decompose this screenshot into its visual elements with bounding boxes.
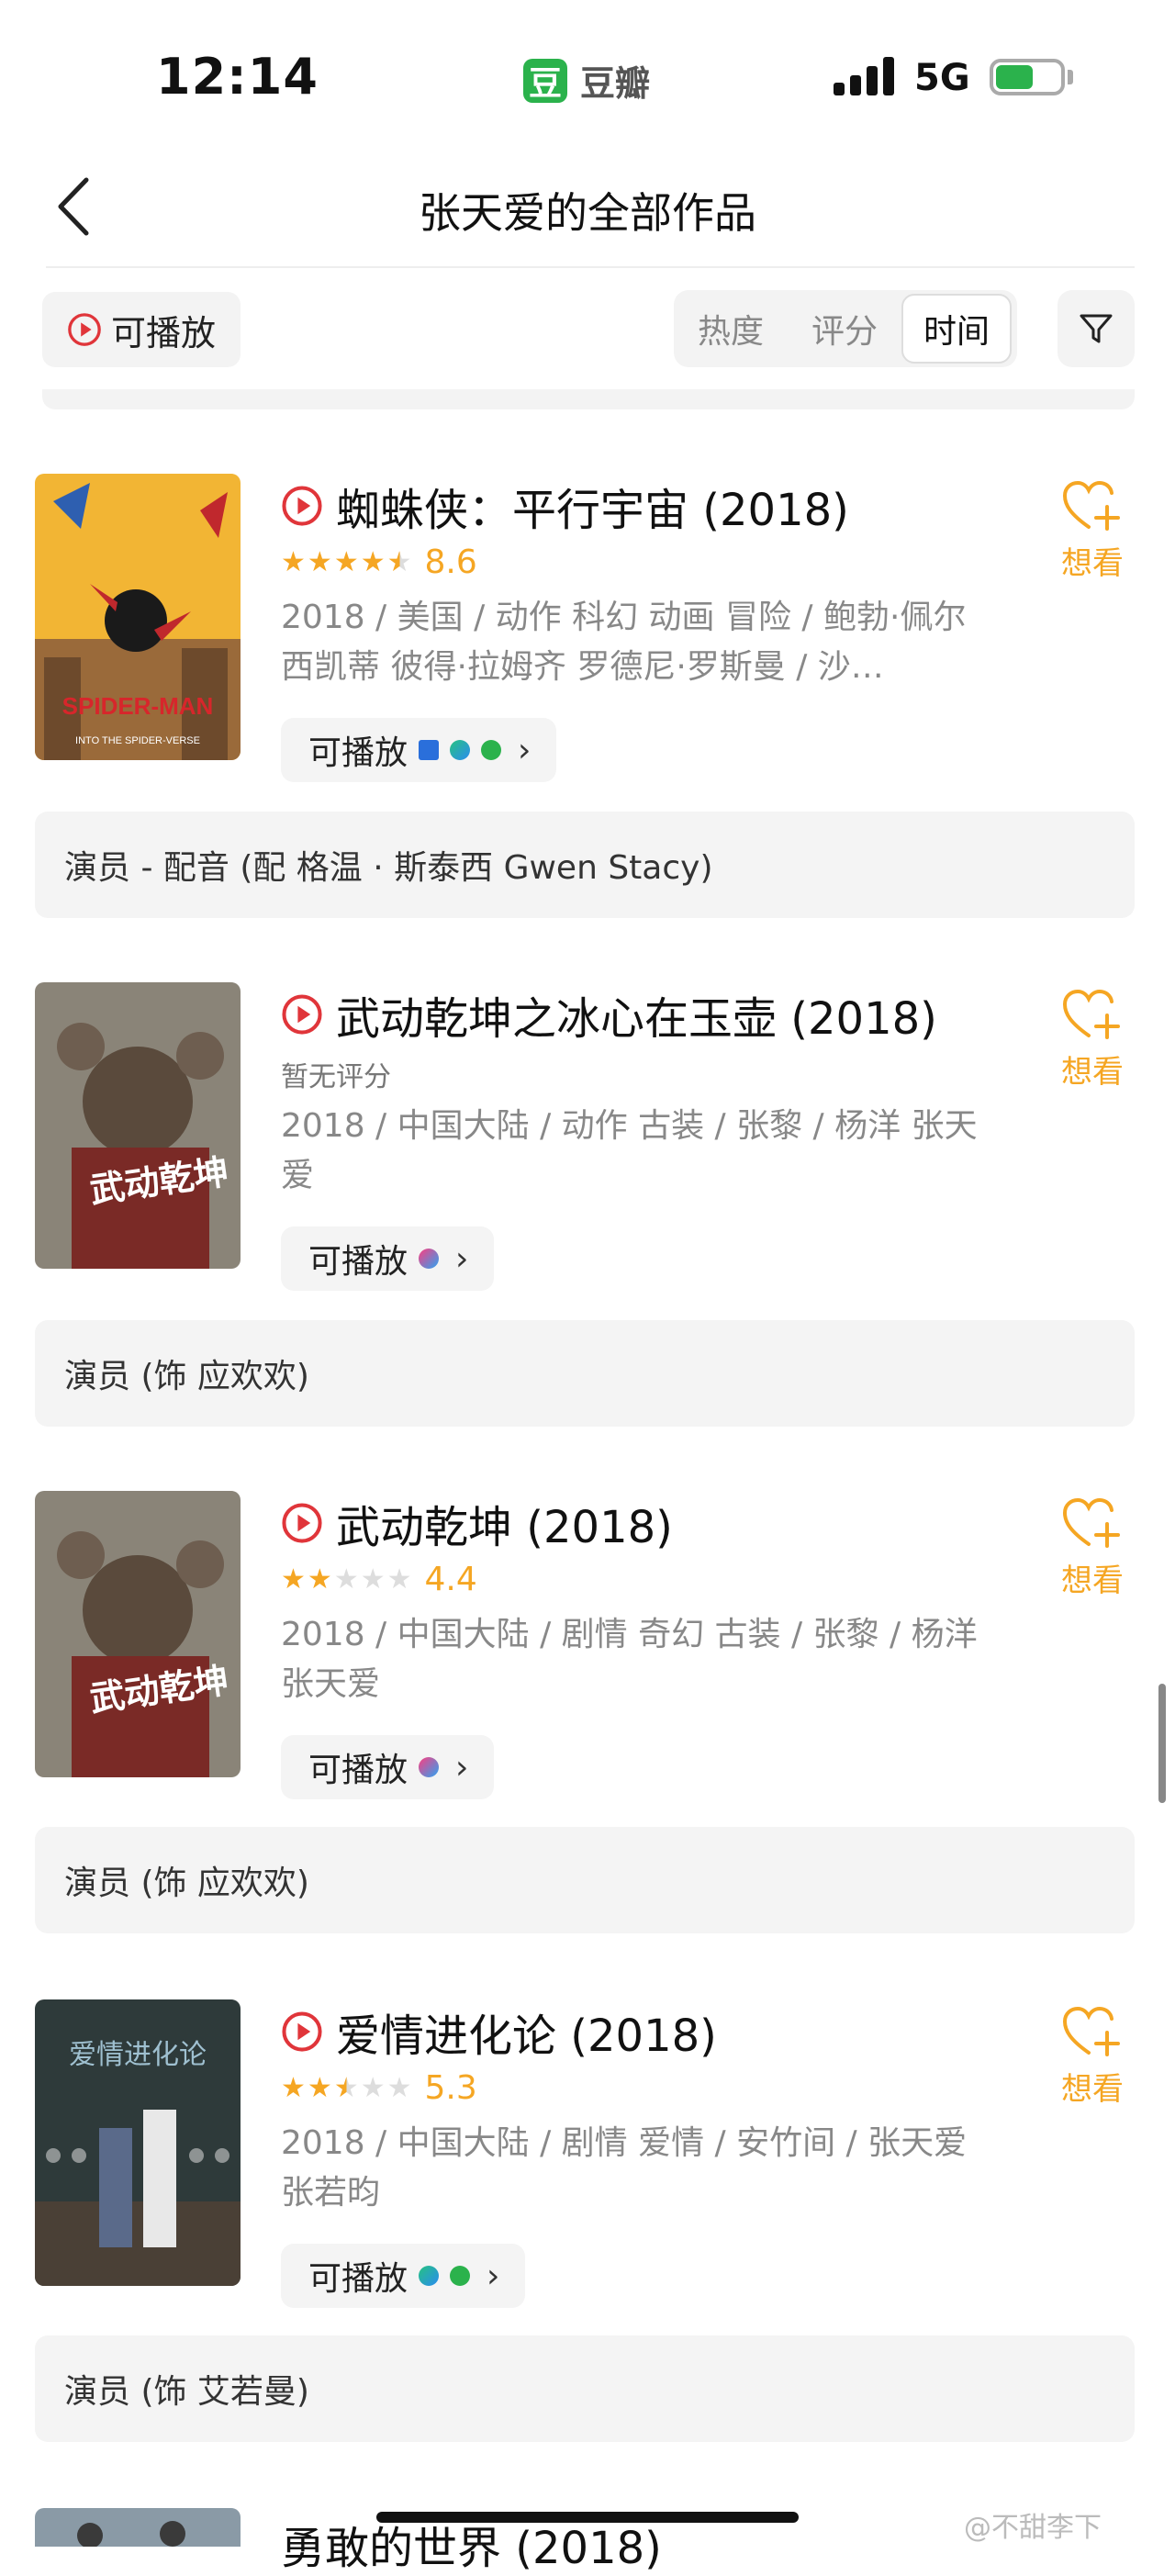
role-box: 演员 - 配音 (配 格温 · 斯泰西 Gwen Stacy) [35,812,1135,918]
chevron-right-icon: › [518,731,532,769]
app-indicator: 豆 豆瓣 [523,55,650,106]
play-icon [68,313,101,346]
play-sources-button[interactable]: 可播放 › [281,1735,495,1799]
heart-plus-icon [1062,1497,1120,1548]
poster-spiderman[interactable]: SPIDER-MAN INTO THE SPIDER-VERSE [35,474,241,760]
poster-wudong-bingxin[interactable]: 武动乾坤 [35,982,241,1269]
entry-meta: 2018 / 中国大陆 / 剧情 奇幻 古装 / 张黎 / 杨洋 张天爱 [281,1616,978,1703]
playable-filter-button[interactable]: 可播放 [42,292,241,367]
entry-title[interactable]: 武动乾坤 (2018) [281,1491,673,1555]
poster-wudong[interactable]: 武动乾坤 [35,1491,241,1777]
play-chip-label: 可播放 [308,1243,408,1281]
youku-icon [419,1757,440,1777]
douban-logo-icon: 豆 [523,58,567,103]
play-chip-label: 可播放 [308,1752,408,1789]
play-chip-label: 可播放 [308,2260,408,2298]
chevron-right-icon: › [487,2257,500,2295]
want-label: 想看 [1061,545,1124,582]
play-icon [282,994,322,1035]
want-label: 想看 [1061,2071,1124,2108]
battery-tip [1068,70,1073,84]
tencent-video-icon [450,740,471,760]
rating-row: ★ ★ ★ ★ ★ 4.4 [281,1561,477,1598]
want-label: 想看 [1061,1054,1124,1091]
rating-row: ★ ★ ★ ★ ★ 5.3 [281,2069,477,2107]
funnel-icon [1080,314,1113,343]
tencent-video-icon [419,2266,440,2286]
entry-meta: 2018 / 中国大陆 / 剧情 爱情 / 安竹间 / 张天爱 张若昀 [281,2124,968,2212]
svg-text:爱情进化论: 爱情进化论 [69,2039,207,2071]
poster-aiqing-jinhualun[interactable]: 爱情进化论 [35,1999,241,2286]
poster-yonggan-de-shijie[interactable] [35,2508,241,2547]
entry-title-text: 爱情进化论 (2018) [336,2010,717,2062]
play-icon [282,486,322,526]
want-to-watch-button[interactable]: 想看 [1056,2005,1129,2109]
signal-icon [834,57,894,95]
network-type: 5G [914,57,970,99]
role-box: 演员 (饰 应欢欢) [35,1827,1135,1933]
svg-text:INTO THE SPIDER-VERSE: INTO THE SPIDER-VERSE [75,735,200,746]
tab-rating[interactable]: 评分 [788,290,901,367]
want-to-watch-button[interactable]: 想看 [1056,479,1129,583]
page-title: 张天爱的全部作品 [419,188,756,238]
youku-icon [419,1249,440,1269]
entry-title[interactable]: 爱情进化论 (2018) [281,1999,717,2064]
filter-button[interactable] [1058,290,1135,367]
iqiyi-icon [481,740,502,760]
play-icon [282,2011,322,2052]
rating-row: ★ ★ ★ ★ ★ 8.6 [281,543,477,581]
rating-stars: ★ ★ ★ ★ ★ [281,1562,412,1596]
scrollbar[interactable] [1158,1684,1166,1803]
rating-score: 8.6 [424,543,477,581]
play-sources-button[interactable]: 可播放 › [281,1226,495,1291]
want-label: 想看 [1061,1562,1124,1599]
header-divider [46,266,1135,268]
heart-plus-icon [1062,989,1120,1039]
rating-stars: ★ ★ ★ ★ ★ [281,2071,412,2104]
entry-title[interactable]: 蜘蛛侠：平行宇宙 (2018) [281,474,849,538]
entry-meta: 2018 / 美国 / 动作 科幻 动画 冒险 / 鲍勃·佩尔西凯蒂 彼得·拉姆… [281,599,967,686]
want-to-watch-button[interactable]: 想看 [1056,1496,1129,1600]
app-name: 豆瓣 [580,63,651,104]
play-sources-button[interactable]: 可播放 › [281,2244,526,2308]
watermark: @不甜李下 [964,2512,1102,2544]
role-box: 演员 (饰 艾若曼) [35,2335,1135,2442]
rating-stars: ★ ★ ★ ★ ★ [281,545,412,578]
entry-title-text: 武动乾坤 (2018) [336,1502,673,1553]
play-icon [282,1503,322,1543]
iqiyi-icon [450,2266,471,2286]
entry-meta: 2018 / 中国大陆 / 动作 古装 / 张黎 / 杨洋 张天爱 [281,1107,978,1194]
home-indicator[interactable] [376,2512,799,2523]
role-box: 演员 (饰 应欢欢) [35,1320,1135,1427]
want-to-watch-button[interactable]: 想看 [1056,988,1129,1092]
tab-hot[interactable]: 热度 [674,290,788,367]
play-sources-button[interactable]: 可播放 › [281,718,557,782]
mgtv-icon [419,740,440,760]
rating-score: 4.4 [424,1561,477,1598]
rating-score: 5.3 [424,2069,477,2107]
heart-plus-icon [1062,2006,1120,2056]
status-time: 12:14 [156,48,319,106]
playable-filter-label: 可播放 [110,312,216,353]
battery-icon [990,59,1065,95]
heart-plus-icon [1062,480,1120,531]
play-chip-label: 可播放 [308,734,408,772]
sort-segmented-control: 热度 评分 时间 [674,290,1017,367]
chevron-right-icon: › [455,1239,469,1278]
entry-title-text: 蜘蛛侠：平行宇宙 (2018) [336,485,849,536]
previous-item-edge [42,389,1135,409]
svg-text:SPIDER-MAN: SPIDER-MAN [62,692,214,720]
no-rating-text: 暂无评分 [281,1061,391,1093]
entry-title[interactable]: 武动乾坤之冰心在玉壶 (2018) [281,982,937,1047]
entry-title-text: 武动乾坤之冰心在玉壶 (2018) [336,993,937,1045]
tab-time[interactable]: 时间 [901,294,1012,364]
chevron-right-icon: › [455,1748,469,1786]
